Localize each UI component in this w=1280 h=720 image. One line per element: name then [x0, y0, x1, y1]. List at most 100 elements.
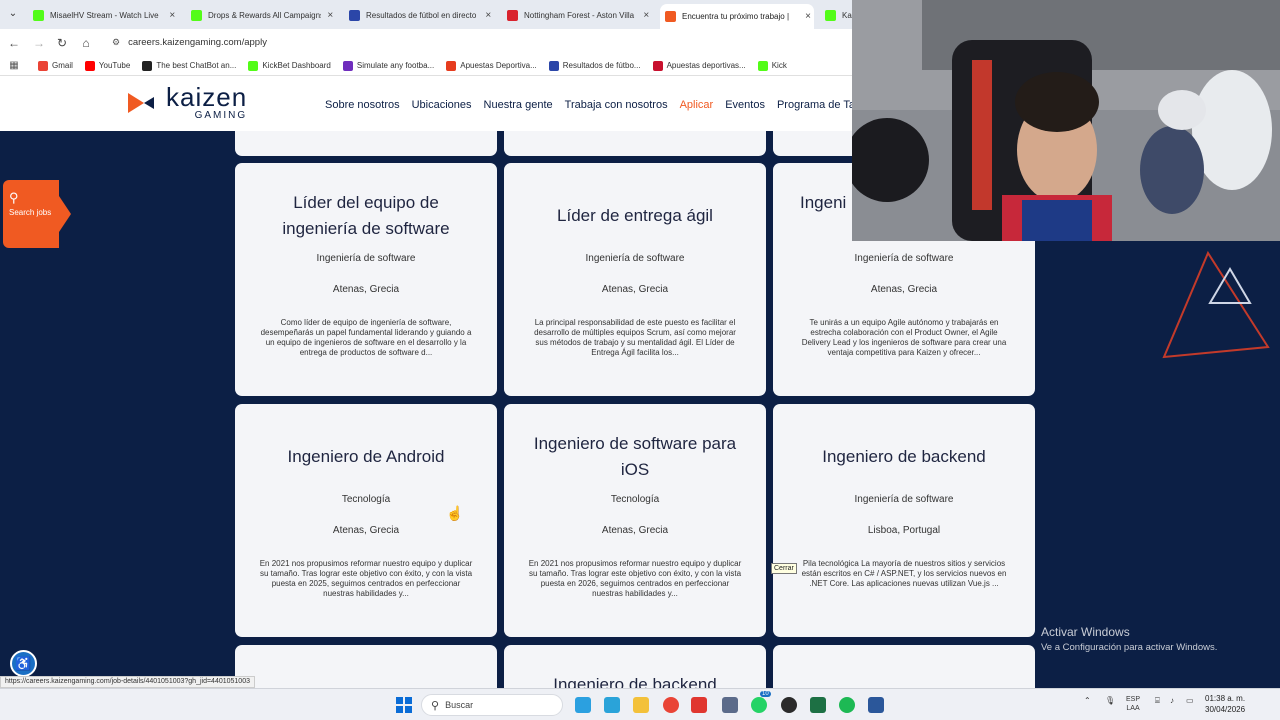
- job-card[interactable]: Ingeniero de backend Ingeniería de softw…: [773, 404, 1035, 637]
- language-indicator[interactable]: ESP LAA: [1126, 695, 1140, 713]
- taskbar-search[interactable]: ⚲ Buscar: [421, 694, 563, 716]
- back-arrow-icon[interactable]: ←: [6, 35, 22, 51]
- chrome-icon[interactable]: [663, 697, 679, 713]
- job-card[interactable]: Ingeniero de software para iOS Tecnologí…: [504, 404, 766, 637]
- word-icon[interactable]: [868, 697, 884, 713]
- tab-search-icon[interactable]: ⌄: [5, 6, 21, 22]
- close-tab-icon[interactable]: ×: [325, 10, 336, 21]
- bookmark-apuestas[interactable]: Apuestas Deportiva...: [446, 60, 537, 71]
- nav-sobre-nosotros[interactable]: Sobre nosotros: [325, 99, 400, 111]
- close-tab-icon[interactable]: ×: [641, 10, 652, 21]
- kick-favicon-icon: [191, 9, 202, 21]
- bookmark-youtube[interactable]: YouTube: [84, 60, 130, 71]
- apps-grid-icon[interactable]: ▦: [0, 60, 28, 71]
- windows-taskbar: ⚲ Buscar 10 ⌃ 🎙 ESP LAA ⌸ ♪ ▭ 01:38 a. m…: [0, 688, 1280, 720]
- address-bar[interactable]: ⚙ careers.kaizengaming.com/apply: [104, 32, 844, 53]
- tab-title: Ka: [842, 10, 852, 20]
- close-tab-icon[interactable]: ×: [802, 11, 814, 22]
- job-location: Lisboa, Portugal: [867, 525, 941, 536]
- file-explorer-icon[interactable]: [633, 697, 649, 713]
- job-card[interactable]: Ingeniero de backend: [504, 645, 766, 688]
- sports-favicon-icon: [507, 9, 518, 21]
- browser-tab[interactable]: Resultados de fútbol en directo ×: [344, 4, 494, 26]
- watermark-title: Activar Windows: [1041, 625, 1130, 639]
- whatsapp-icon[interactable]: [751, 697, 767, 713]
- search-jobs-button[interactable]: ⚲ Search jobs: [3, 180, 71, 248]
- job-card[interactable]: [773, 645, 1035, 688]
- close-tab-icon[interactable]: ×: [167, 10, 178, 21]
- job-card[interactable]: Líder de entrega ágil Ingeniería de soft…: [504, 163, 766, 396]
- nav-nuestra-gente[interactable]: Nuestra gente: [484, 99, 553, 111]
- show-hidden-icons-icon[interactable]: ⌃: [1084, 696, 1091, 705]
- bookmark-gmail[interactable]: Gmail: [38, 60, 73, 71]
- url-text[interactable]: careers.kaizengaming.com/apply: [128, 37, 267, 48]
- taskbar-search-placeholder: Buscar: [445, 700, 474, 710]
- excel-icon[interactable]: [810, 697, 826, 713]
- resultados-icon: [548, 60, 559, 71]
- job-title[interactable]: Ingeniero de Android: [255, 444, 477, 470]
- nav-trabaja-con-nosotros[interactable]: Trabaja con nosotros: [565, 99, 668, 111]
- job-card[interactable]: Líder del equipo de ingeniería de softwa…: [235, 163, 497, 396]
- simulate-icon: [342, 60, 353, 71]
- job-department: Ingeniería de software: [854, 253, 954, 264]
- lang-bottom: LAA: [1126, 705, 1140, 712]
- bookmark-apuestas-deportivas[interactable]: Apuestas deportivas...: [652, 60, 746, 71]
- job-location: Atenas, Grecia: [332, 284, 400, 295]
- job-description: La principal responsabilidad de este pue…: [534, 318, 736, 357]
- spotify-icon[interactable]: [839, 697, 855, 713]
- calculator-icon[interactable]: [722, 697, 738, 713]
- reload-icon[interactable]: ↻: [54, 35, 70, 51]
- microphone-icon[interactable]: 🎙: [1105, 696, 1115, 705]
- volume-icon[interactable]: ♪: [1170, 696, 1174, 705]
- taskbar-clock[interactable]: 01:38 a. m. 30/04/2026: [1205, 693, 1245, 715]
- nav-ubicaciones[interactable]: Ubicaciones: [412, 99, 472, 111]
- network-icon[interactable]: ⌸: [1155, 696, 1160, 706]
- bookmark-simulate[interactable]: Simulate any footba...: [342, 60, 434, 71]
- battery-icon[interactable]: ▭: [1186, 696, 1194, 705]
- clock-date: 30/04/2026: [1205, 705, 1246, 714]
- job-description: Te unirás a un equipo Agile autónomo y t…: [801, 318, 1007, 357]
- edge-icon[interactable]: [575, 697, 591, 713]
- bookmark-label: The best ChatBot an...: [156, 61, 237, 70]
- browser-tab[interactable]: Nottingham Forest - Aston Villa ×: [502, 4, 652, 26]
- job-title[interactable]: Líder del equipo de ingeniería de softwa…: [255, 190, 477, 242]
- kaizen-logo-mark-icon: [128, 91, 162, 115]
- job-department: Ingeniería de software: [854, 494, 954, 505]
- nav-aplicar[interactable]: Aplicar: [680, 99, 714, 111]
- browser-tab[interactable]: MisaelHV Stream - Watch Live ×: [28, 4, 178, 26]
- nav-eventos[interactable]: Eventos: [725, 99, 765, 111]
- browser-tab-active[interactable]: Encuentra tu próximo trabajo | ×: [660, 4, 814, 29]
- bookmark-resultados[interactable]: Resultados de fútbo...: [548, 60, 641, 71]
- job-card[interactable]: [504, 131, 766, 156]
- bookmark-kick[interactable]: Kick: [757, 60, 787, 71]
- accessibility-icon[interactable]: ♿: [10, 650, 37, 677]
- forward-arrow-icon[interactable]: →: [31, 35, 47, 51]
- job-title[interactable]: Ingeniero de backend: [524, 672, 746, 688]
- obs-icon[interactable]: [781, 697, 797, 713]
- site-info-icon[interactable]: ⚙: [112, 37, 120, 48]
- job-card[interactable]: [235, 645, 497, 688]
- job-title[interactable]: Líder de entrega ágil: [524, 203, 746, 229]
- kaizen-logo[interactable]: kaizen GAMING: [128, 84, 247, 121]
- youtube-icon: [84, 60, 95, 71]
- typora-icon[interactable]: [691, 697, 707, 713]
- home-icon[interactable]: ⌂: [78, 35, 94, 51]
- hand-cursor-icon: ☝: [446, 505, 464, 521]
- browser-tab[interactable]: Drops & Rewards All Campaigns ×: [186, 4, 336, 26]
- bookmark-label: Kick: [771, 61, 787, 70]
- telegram-icon[interactable]: [604, 697, 620, 713]
- job-card[interactable]: [235, 131, 497, 156]
- bookmark-chatbot[interactable]: The best ChatBot an...: [142, 60, 237, 71]
- kick-favicon-icon: [33, 9, 44, 21]
- job-title[interactable]: Ingeniero de software para iOS: [524, 431, 746, 483]
- kickbet-icon: [248, 60, 259, 71]
- windows-start-icon[interactable]: [396, 697, 412, 713]
- job-description: En 2021 nos propusimos reformar nuestro …: [259, 559, 473, 598]
- site-nav: Sobre nosotros Ubicaciones Nuestra gente…: [325, 99, 882, 111]
- job-title[interactable]: Ingeniero de backend: [793, 444, 1015, 470]
- bookmark-kickbet[interactable]: KickBet Dashboard: [248, 60, 331, 71]
- gmail-icon: [38, 60, 48, 71]
- close-tab-icon[interactable]: ×: [483, 10, 494, 21]
- kick-icon: [757, 60, 768, 71]
- browser-tab[interactable]: Ka: [820, 4, 852, 26]
